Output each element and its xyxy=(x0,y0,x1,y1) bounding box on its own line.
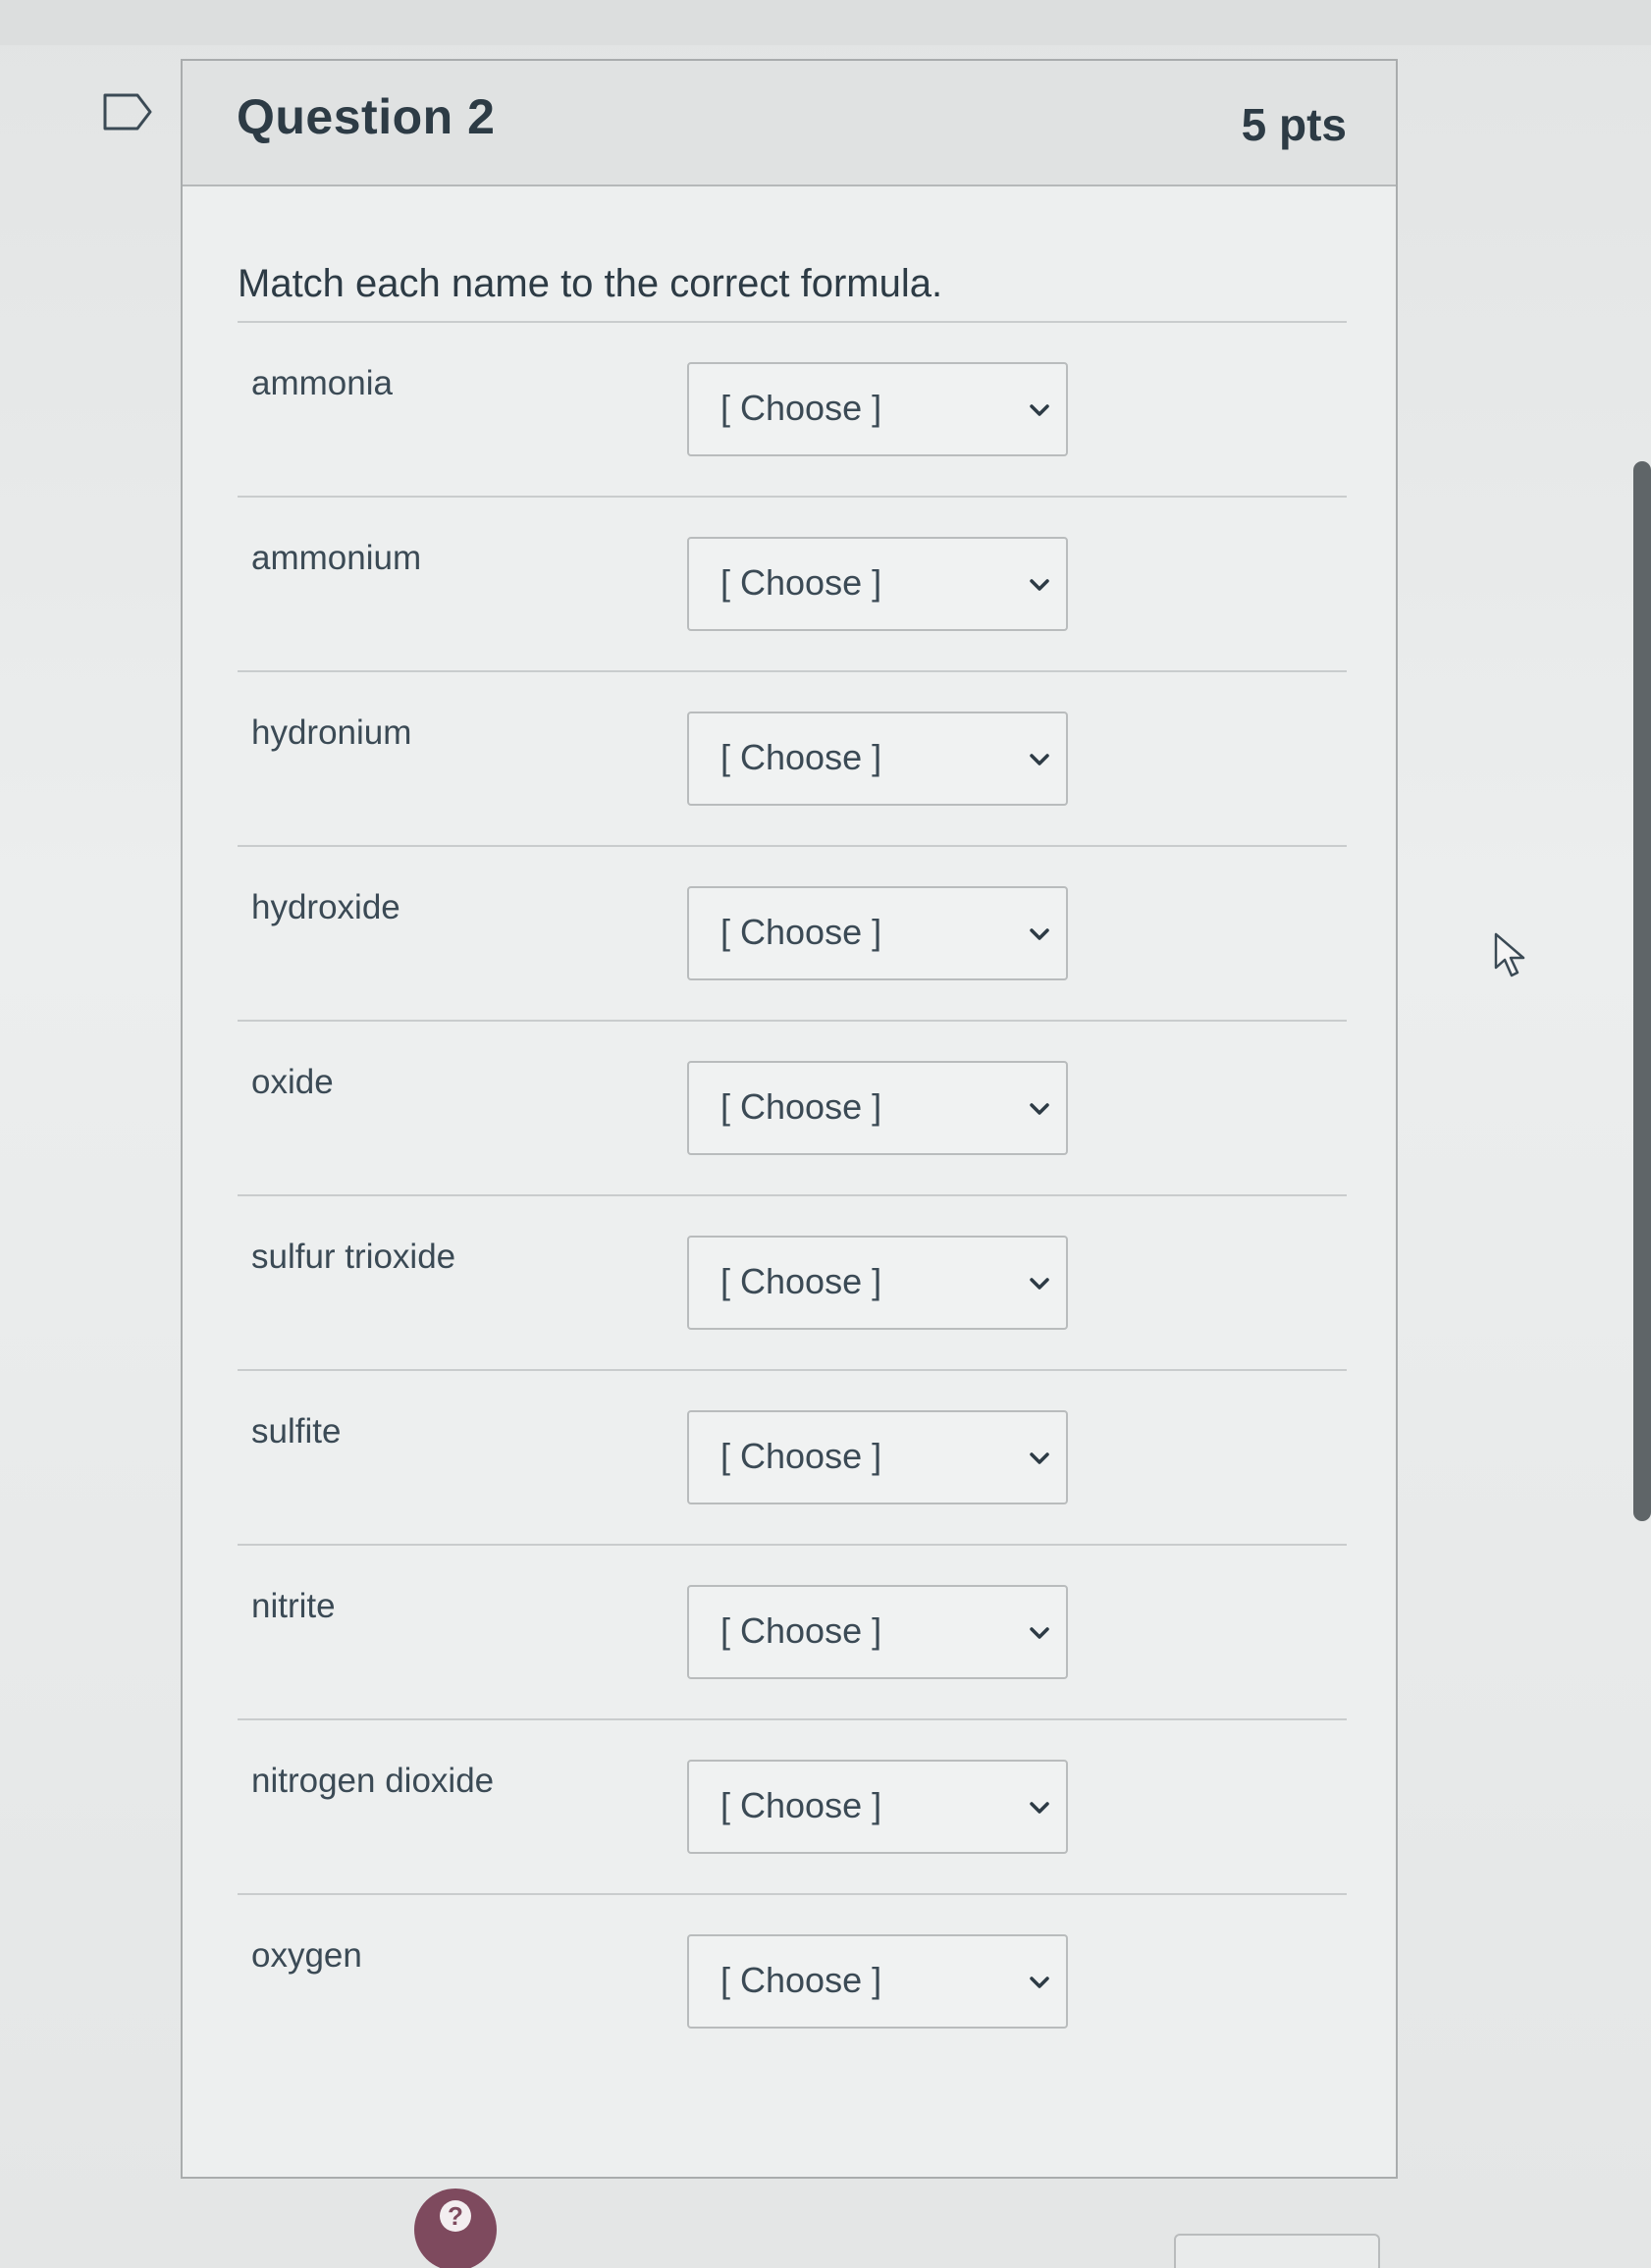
match-row: hydronium [ Choose ] xyxy=(238,670,1347,849)
help-circle-icon: ? xyxy=(440,2200,471,2232)
chevron-down-icon xyxy=(1030,1802,1049,1814)
chevron-down-icon xyxy=(1030,579,1049,591)
question-prompt: Match each name to the correct formula. xyxy=(238,262,943,305)
match-row: oxide [ Choose ] xyxy=(238,1020,1347,1198)
match-label: hydronium xyxy=(251,713,412,752)
dropdown-selected-value: [ Choose ] xyxy=(720,1960,882,2000)
chevron-down-icon xyxy=(1030,1103,1049,1115)
dropdown-selected-value: [ Choose ] xyxy=(720,1785,882,1825)
dropdown-selected-value: [ Choose ] xyxy=(720,1086,882,1127)
chevron-down-icon xyxy=(1030,404,1049,416)
dropdown-selected-value: [ Choose ] xyxy=(720,1436,882,1476)
match-row: oxygen [ Choose ] xyxy=(238,1893,1347,2072)
dropdown-selected-value: [ Choose ] xyxy=(720,737,882,777)
mouse-pointer-icon xyxy=(1494,932,1525,977)
match-dropdown[interactable]: [ Choose ] xyxy=(687,712,1068,806)
match-label: hydroxide xyxy=(251,888,400,926)
chevron-down-icon xyxy=(1030,928,1049,940)
help-button[interactable]: ? xyxy=(414,2189,497,2268)
scrollbar[interactable] xyxy=(1633,461,1651,1521)
dropdown-selected-value: [ Choose ] xyxy=(720,1261,882,1301)
chevron-down-icon xyxy=(1030,754,1049,765)
match-dropdown[interactable]: [ Choose ] xyxy=(687,1934,1068,2029)
chevron-down-icon xyxy=(1030,1278,1049,1290)
match-label: ammonium xyxy=(251,539,422,577)
match-row: hydroxide [ Choose ] xyxy=(238,845,1347,1024)
match-label: oxygen xyxy=(251,1936,362,1975)
top-bar xyxy=(0,0,1651,45)
match-row: nitrite [ Choose ] xyxy=(238,1544,1347,1722)
match-dropdown[interactable]: [ Choose ] xyxy=(687,362,1068,456)
question-card: Question 2 5 pts Match each name to the … xyxy=(181,59,1398,2179)
match-label: sulfite xyxy=(251,1412,342,1450)
match-dropdown[interactable]: [ Choose ] xyxy=(687,1061,1068,1155)
match-dropdown[interactable]: [ Choose ] xyxy=(687,1236,1068,1330)
match-dropdown[interactable]: [ Choose ] xyxy=(687,537,1068,631)
next-button[interactable] xyxy=(1174,2234,1380,2268)
match-label: ammonia xyxy=(251,364,393,402)
match-dropdown[interactable]: [ Choose ] xyxy=(687,1410,1068,1504)
chevron-down-icon xyxy=(1030,1977,1049,1988)
match-dropdown[interactable]: [ Choose ] xyxy=(687,886,1068,980)
dropdown-selected-value: [ Choose ] xyxy=(720,912,882,952)
dropdown-selected-value: [ Choose ] xyxy=(720,388,882,428)
question-points: 5 pts xyxy=(1241,99,1347,150)
question-header: Question 2 5 pts xyxy=(183,61,1396,186)
match-dropdown[interactable]: [ Choose ] xyxy=(687,1585,1068,1679)
match-label: nitrogen dioxide xyxy=(251,1762,495,1800)
match-row: ammonium [ Choose ] xyxy=(238,496,1347,674)
match-label: oxide xyxy=(251,1063,334,1101)
flag-question-icon[interactable] xyxy=(102,92,153,132)
dropdown-selected-value: [ Choose ] xyxy=(720,1610,882,1651)
quiz-page: Question 2 5 pts Match each name to the … xyxy=(0,0,1651,2268)
chevron-down-icon xyxy=(1030,1452,1049,1464)
chevron-down-icon xyxy=(1030,1627,1049,1639)
match-label: nitrite xyxy=(251,1587,336,1625)
match-dropdown[interactable]: [ Choose ] xyxy=(687,1760,1068,1854)
dropdown-selected-value: [ Choose ] xyxy=(720,562,882,603)
question-title: Question 2 xyxy=(237,89,496,144)
match-row: sulfur trioxide [ Choose ] xyxy=(238,1194,1347,1373)
match-row: nitrogen dioxide [ Choose ] xyxy=(238,1718,1347,1897)
match-row: ammonia [ Choose ] xyxy=(238,321,1347,500)
match-label: sulfur trioxide xyxy=(251,1238,456,1276)
match-row: sulfite [ Choose ] xyxy=(238,1369,1347,1548)
